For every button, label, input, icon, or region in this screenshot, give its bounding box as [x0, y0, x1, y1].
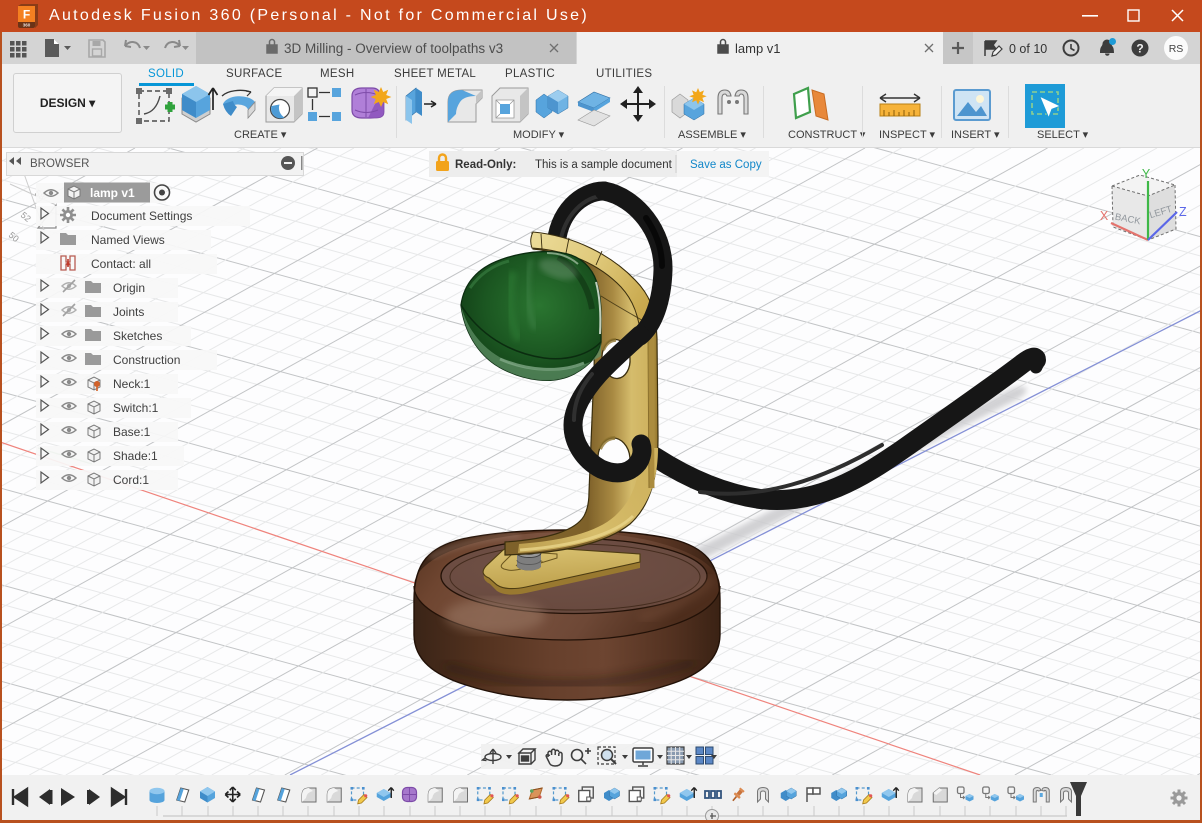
svg-text:BROWSER: BROWSER	[30, 158, 89, 170]
svg-text:Neck:1: Neck:1	[113, 377, 151, 391]
svg-text:Save as Copy: Save as Copy	[690, 159, 762, 171]
svg-text:X: X	[1100, 209, 1109, 223]
svg-text:lamp v1: lamp v1	[735, 41, 781, 56]
svg-text:Base:1: Base:1	[113, 425, 151, 439]
svg-text:This is a sample document: This is a sample document	[535, 159, 673, 171]
svg-text:Switch:1: Switch:1	[113, 401, 159, 415]
svg-text:360: 360	[23, 23, 31, 28]
svg-text:Read-Only:: Read-Only:	[455, 159, 516, 171]
svg-text:Z: Z	[1179, 205, 1187, 219]
svg-text:Cord:1: Cord:1	[113, 473, 149, 487]
svg-text:F: F	[23, 8, 30, 22]
svg-text:Construction: Construction	[113, 353, 180, 367]
svg-text:Named Views: Named Views	[91, 233, 165, 247]
svg-text:3D Milling - Overview of toolp: 3D Milling - Overview of toolpaths v3	[284, 41, 503, 56]
svg-text:0 of 10: 0 of 10	[1009, 42, 1047, 56]
svg-text:Shade:1: Shade:1	[113, 449, 158, 463]
svg-text:Document Settings: Document Settings	[91, 209, 192, 223]
svg-text:?: ?	[1136, 42, 1143, 56]
svg-text:lamp v1: lamp v1	[90, 186, 135, 200]
svg-text:Contact: all: Contact: all	[91, 257, 151, 271]
svg-text:Sketches: Sketches	[113, 329, 162, 343]
svg-text:Y: Y	[1142, 167, 1151, 181]
svg-text:Origin: Origin	[113, 281, 145, 295]
svg-text:RS: RS	[1169, 43, 1184, 55]
svg-text:Joints: Joints	[113, 305, 144, 319]
